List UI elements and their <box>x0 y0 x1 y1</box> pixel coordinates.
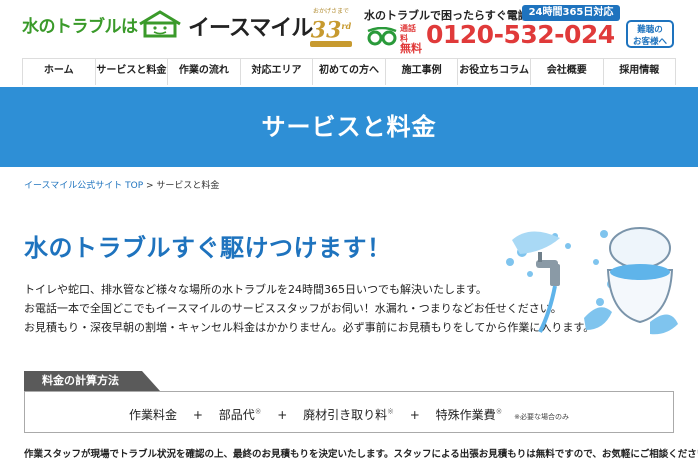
nav-item-services[interactable]: サービスと料金 <box>96 59 169 85</box>
house-icon[interactable] <box>136 10 184 38</box>
calc-note: ※必要な場合のみ <box>514 413 570 421</box>
nav-item-workflow[interactable]: 作業の流れ <box>168 59 241 85</box>
global-nav: ホーム サービスと料金 作業の流れ 対応エリア 初めての方へ 施工事例 お役立ち… <box>22 58 677 85</box>
logo-lead-text[interactable]: 水のトラブルは <box>22 12 138 37</box>
toll-free-label: 通話料 無料 <box>400 24 422 55</box>
calc-item-special: 特殊作業費※ <box>435 407 503 422</box>
anniversary-badge: おかげさまで 33rd <box>306 6 356 48</box>
nav-item-area[interactable]: 対応エリア <box>241 59 314 85</box>
breadcrumb-current: サービスと料金 <box>156 181 220 191</box>
calc-formula: 作業料金 + 部品代※ + 廃材引き取り料※ + 特殊作業費※ ※必要な場合のみ <box>24 391 674 433</box>
faucet-toilet-illustration <box>506 227 678 335</box>
nav-item-recruit[interactable]: 採用情報 <box>604 59 677 85</box>
estimate-footnote: 作業スタッフが現場でトラブル状況を確認の上、最終のお見積もりを決定いたします。ス… <box>24 449 698 460</box>
anniversary-top-text: おかげさまで <box>312 8 349 15</box>
plus-sign: + <box>409 408 420 422</box>
calc-item-labor: 作業料金 <box>128 408 177 422</box>
breadcrumb-home-link[interactable]: イースマイル公式サイト TOP <box>24 181 143 191</box>
price-calculation-box: 料金の計算方法 作業料金 + 部品代※ + 廃材引き取り料※ + 特殊作業費※ … <box>24 371 674 433</box>
phone-number-link[interactable]: 0120-532-024 <box>426 20 615 49</box>
calc-item-parts: 部品代※ <box>218 407 262 422</box>
calc-section-tab: 料金の計算方法 <box>24 371 160 391</box>
hours-badge: 24時間365日対応 <box>522 5 620 21</box>
main-headline: 水のトラブルすぐ駆けつけます！ <box>24 234 392 262</box>
breadcrumb: イースマイル公式サイト TOP > サービスと料金 <box>24 178 219 191</box>
page-title: サービスと料金 <box>261 113 437 141</box>
hero-banner: サービスと料金 <box>0 87 698 167</box>
nav-item-cases[interactable]: 施工事例 <box>386 59 459 85</box>
nav-item-column[interactable]: お役立ちコラム <box>458 59 531 85</box>
plus-sign: + <box>192 408 203 422</box>
calc-item-disposal: 廃材引き取り料※ <box>303 407 394 422</box>
freedial-icon <box>367 27 397 46</box>
site-header: 水のトラブルは イースマイル おかげさまで 33rd 水のトラブルで困ったらすぐ… <box>0 0 698 58</box>
nav-item-company[interactable]: 会社概要 <box>531 59 604 85</box>
logo-brand-text[interactable]: イースマイル <box>188 10 313 42</box>
plus-sign: + <box>277 408 288 422</box>
hearing-impaired-button[interactable]: 難聴の お客様へ <box>626 20 674 48</box>
nav-item-home[interactable]: ホーム <box>22 59 96 85</box>
anniversary-number: 33rd <box>310 17 352 44</box>
nav-item-first-time[interactable]: 初めての方へ <box>313 59 386 85</box>
breadcrumb-separator: > <box>143 181 157 191</box>
